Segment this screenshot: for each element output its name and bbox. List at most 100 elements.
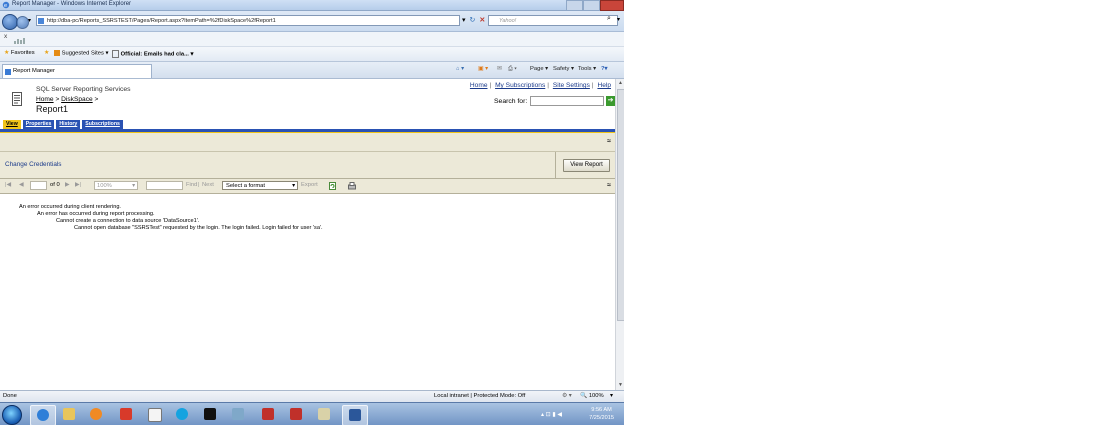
export-format-select[interactable]: Select a format ▾ xyxy=(222,181,298,190)
find-next-link[interactable]: Next xyxy=(202,182,214,188)
scroll-thumb[interactable] xyxy=(617,89,624,321)
my-subscriptions-link[interactable]: My Subscriptions xyxy=(495,82,545,89)
page-fav-icon xyxy=(112,50,119,58)
taskbar-media[interactable] xyxy=(84,405,108,424)
report-toolbar: |◀ ◀ of 0 ▶ ▶| 100% ▾ Find | Next Select… xyxy=(0,179,615,194)
toolbox-icon xyxy=(262,408,274,420)
add-favorite-icon[interactable]: ★ xyxy=(44,50,49,56)
tab-properties[interactable]: Properties xyxy=(22,120,55,129)
next-page-icon[interactable]: ▶ xyxy=(65,182,69,188)
zoom-dropdown-icon[interactable]: ▾ xyxy=(610,393,613,399)
report-icon xyxy=(12,92,22,106)
print-icon[interactable]: ⎙ ▾ xyxy=(508,66,517,73)
help-link[interactable]: Help xyxy=(597,82,611,89)
export-link[interactable]: Export xyxy=(301,182,318,188)
taskbar-cmd[interactable] xyxy=(198,405,222,424)
vertical-scrollbar[interactable]: ▲ ▼ xyxy=(615,79,624,390)
page-content: Home | My Subscriptions | Site Settings | H… xyxy=(0,79,615,390)
zoom-select[interactable]: 100% ▾ xyxy=(94,181,138,190)
scroll-up-icon[interactable]: ▲ xyxy=(617,80,624,87)
format-value: Select a format xyxy=(226,183,265,189)
suggested-sites-label: Suggested Sites ▾ xyxy=(61,50,109,57)
link-separator: | xyxy=(547,82,549,89)
search-icon[interactable]: ⌕ xyxy=(607,15,611,23)
page-title: Report1 xyxy=(36,104,69,114)
prev-page-icon[interactable]: ◀ xyxy=(19,182,23,188)
tab-subscriptions[interactable]: Subscriptions xyxy=(82,120,123,129)
favorites-label: Favorites xyxy=(10,50,35,56)
address-bar[interactable]: http://dba-pc/Reports_SSRSTEST/Pages/Rep… xyxy=(36,15,460,26)
taskbar-settings[interactable] xyxy=(312,405,336,424)
minimize-icon[interactable] xyxy=(566,0,583,11)
collapse-icon[interactable]: ≈ xyxy=(607,138,611,145)
tab-history[interactable]: History xyxy=(56,120,81,129)
official-emails-link[interactable]: Official: Emails had cla... ▾ xyxy=(112,50,193,58)
breadcrumb-diskspace[interactable]: DiskSpace xyxy=(61,96,93,103)
refresh-icon[interactable]: ↻ xyxy=(470,16,476,24)
refresh-report-icon[interactable] xyxy=(329,182,336,190)
zoom-dropdown-icon: ▾ xyxy=(132,183,135,189)
start-button[interactable] xyxy=(2,405,22,425)
change-credentials-link[interactable]: Change Credentials xyxy=(5,161,62,168)
folder-icon xyxy=(63,408,75,420)
view-report-panel: View Report xyxy=(555,152,616,178)
address-dropdown-icon[interactable]: ▾ xyxy=(462,16,466,24)
favorites-button[interactable]: ★ Favorites xyxy=(4,50,35,56)
view-report-button[interactable]: View Report xyxy=(563,159,610,172)
add-ons-icon[interactable]: ⚙ ▾ xyxy=(562,393,572,399)
find-input[interactable] xyxy=(146,181,183,190)
taskbar-document[interactable] xyxy=(142,405,166,424)
safety-menu[interactable]: Safety ▾ xyxy=(553,66,574,72)
search-box[interactable]: Yahoo! xyxy=(488,15,618,26)
security-zone[interactable]: Local intranet | Protected Mode: Off xyxy=(434,393,525,399)
feeds-icon[interactable]: ▣ ▾ xyxy=(478,66,488,72)
tools-menu[interactable]: Tools ▾ xyxy=(578,66,596,72)
taskbar-skype[interactable] xyxy=(170,405,194,424)
print-report-icon[interactable] xyxy=(348,182,356,190)
taskbar-explorer[interactable] xyxy=(57,405,81,424)
home-icon[interactable]: ⌂ ▾ xyxy=(456,66,464,72)
taskbar-toolbox-1[interactable] xyxy=(256,405,280,424)
close-icon[interactable] xyxy=(600,0,624,11)
page-number-input[interactable] xyxy=(30,181,47,190)
help-menu[interactable]: ?▾ xyxy=(601,66,607,72)
clock[interactable]: 9:56 AM 7/25/2015 xyxy=(589,406,614,422)
search-label: Search for: xyxy=(494,98,528,105)
maximize-icon[interactable] xyxy=(583,0,600,11)
site-settings-link[interactable]: Site Settings xyxy=(553,82,590,89)
history-dropdown-icon[interactable]: ▾ xyxy=(28,17,31,24)
breadcrumb-home[interactable]: Home xyxy=(36,96,54,103)
toolbar-strip: x xyxy=(0,32,624,47)
suggested-sites[interactable]: Suggested Sites ▾ xyxy=(54,50,108,57)
word-icon xyxy=(349,409,361,421)
find-link[interactable]: Find xyxy=(186,182,197,188)
search-dropdown-icon[interactable]: ▾ xyxy=(617,16,620,23)
last-page-icon[interactable]: ▶| xyxy=(75,182,81,188)
stop-icon[interactable]: ✕ xyxy=(479,16,485,24)
error-line-1: An error occurred during client renderin… xyxy=(19,204,121,210)
scroll-down-icon[interactable]: ▼ xyxy=(617,382,624,389)
error-line-4: Cannot open database "SSRSTest" requeste… xyxy=(74,225,323,231)
close-toolbar-button[interactable]: x xyxy=(4,33,7,40)
collapse-icon[interactable]: ≈ xyxy=(607,182,611,189)
go-icon[interactable]: ➔ xyxy=(606,96,615,106)
taskbar-app[interactable] xyxy=(226,405,250,424)
home-link[interactable]: Home xyxy=(470,82,488,89)
screen: e Report Manager - Windows Internet Expl… xyxy=(0,0,624,425)
zoom-level[interactable]: 🔍 100% xyxy=(580,393,604,399)
top-links: Home | My Subscriptions | Site Settings | H… xyxy=(470,82,611,89)
browser-tab[interactable]: Report Manager xyxy=(2,64,152,78)
taskbar-download[interactable] xyxy=(114,405,138,424)
ie-taskbar-icon xyxy=(37,409,49,421)
parameter-area: Change Credentials View Report xyxy=(0,152,615,179)
first-page-icon[interactable]: |◀ xyxy=(5,182,11,188)
taskbar-ie[interactable] xyxy=(30,405,56,425)
page-icon xyxy=(38,18,44,24)
page-menu[interactable]: Page ▾ xyxy=(530,66,548,72)
taskbar-toolbox-2[interactable] xyxy=(284,405,308,424)
tab-view[interactable]: View xyxy=(3,120,21,129)
taskbar-word[interactable] xyxy=(342,405,368,425)
search-input[interactable] xyxy=(530,96,604,106)
system-tray-icons[interactable]: ▴ ⊡ ▮ ◀ xyxy=(541,411,562,418)
mail-icon[interactable]: ✉ xyxy=(497,66,502,72)
